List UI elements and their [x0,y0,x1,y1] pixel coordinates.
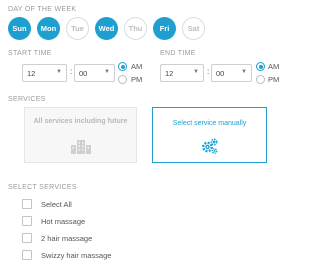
day-thu[interactable]: Thu [124,17,147,40]
end-time-colon: : [207,67,210,76]
triangle-down-icon: ▼ [104,69,110,75]
end-hour-value: 12 [165,68,174,78]
all-services-label: All services including future [33,118,128,125]
select-services-title: SELECT SERVICES [8,184,77,191]
start-hour-value: 12 [27,68,36,78]
start-am-radio[interactable] [118,62,127,71]
select-all-row[interactable]: Select All [22,199,72,209]
select-all-checkbox[interactable] [22,199,32,209]
start-time-title: START TIME [8,50,52,57]
hot-massage-label: Hot massage [41,216,86,226]
triangle-down-icon: ▼ [241,69,247,75]
start-minute-select[interactable]: 00 ▼ [74,64,115,82]
start-hour-select[interactable]: 12 ▼ [22,64,67,82]
swizzy-hair-massage-label: Swizzy hair massage [41,250,112,260]
end-hour-select[interactable]: 12 ▼ [160,64,204,82]
select-all-label: Select All [41,199,72,209]
services-title: SERVICES [8,96,46,103]
all-services-card[interactable]: All services including future [24,107,137,163]
end-time-title: END TIME [160,50,196,57]
select-manually-card[interactable]: Select service manually [152,107,267,163]
select-manually-label: Select service manually [172,120,247,127]
end-minute-select[interactable]: 00 ▼ [211,64,252,82]
2-hair-massage-label: 2 hair massage [41,233,93,243]
day-of-week-title: DAY OF THE WEEK [8,6,77,13]
triangle-down-icon: ▼ [193,69,199,75]
end-pm-radio[interactable] [256,75,265,84]
start-minute-value: 00 [79,68,88,78]
day-wed[interactable]: Wed [95,17,118,40]
day-mon[interactable]: Mon [37,17,60,40]
end-pm-label: PM [268,75,280,84]
end-minute-value: 00 [216,68,225,78]
hot-massage-checkbox[interactable] [22,216,32,226]
service-row-hot-massage[interactable]: Hot massage [22,216,85,226]
day-fri[interactable]: Fri [153,17,176,40]
2-hair-massage-checkbox[interactable] [22,233,32,243]
end-am-label: AM [268,62,280,71]
day-sun[interactable]: Sun [8,17,31,40]
day-tue[interactable]: Tue [66,17,89,40]
service-row-swizzy-hair-massage[interactable]: Swizzy hair massage [22,250,111,260]
service-row-2-hair-massage[interactable]: 2 hair massage [22,233,92,243]
triangle-down-icon: ▼ [56,69,62,75]
end-am-radio[interactable] [256,62,265,71]
start-am-label: AM [131,62,143,71]
start-time-colon: : [70,67,73,76]
building-icon [70,140,91,154]
day-selector: Sun Mon Tue Wed Thu Fri Sat [8,17,205,40]
start-pm-radio[interactable] [118,75,127,84]
gears-icon [201,138,217,154]
day-sat[interactable]: Sat [182,17,205,40]
swizzy-hair-massage-checkbox[interactable] [22,250,32,260]
start-pm-label: PM [131,75,143,84]
